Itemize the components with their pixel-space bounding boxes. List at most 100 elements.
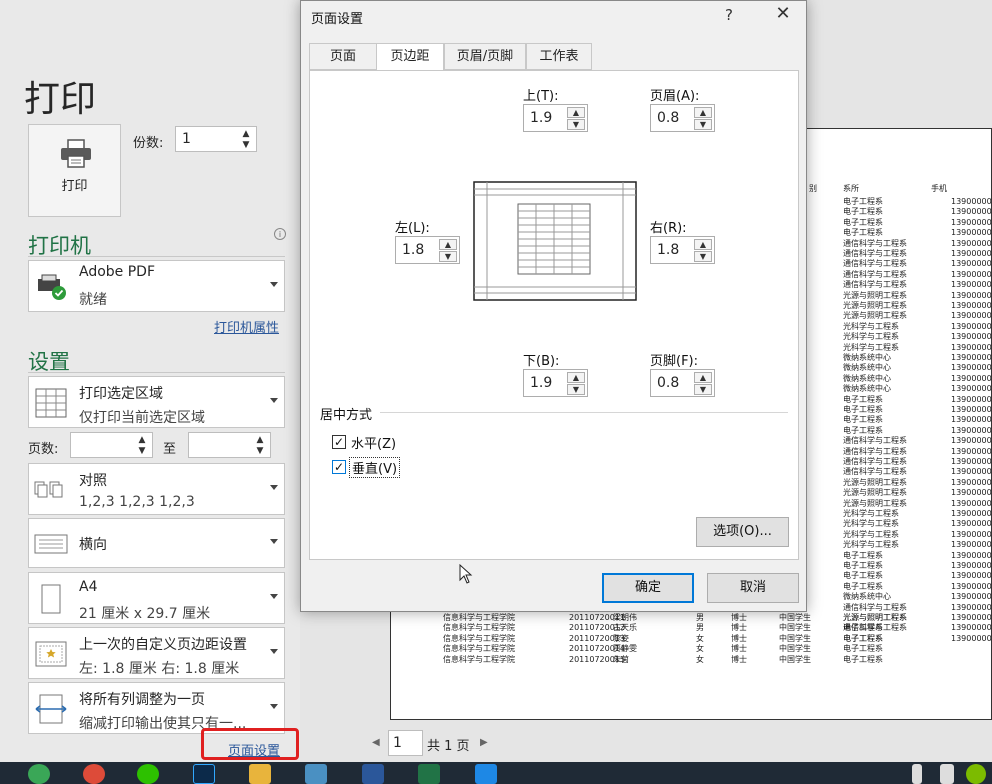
preview-student-type: 中国学生 [779, 654, 811, 664]
next-page-icon[interactable]: ▶ [480, 737, 488, 748]
preview-dept-cell: 通信科学与工程系 [843, 602, 907, 612]
spin-up-icon[interactable]: ▲ [439, 239, 457, 250]
collate-title: 对照 [79, 473, 107, 489]
app-360-icon[interactable] [28, 764, 50, 784]
top-margin-input[interactable]: 1.9 ▲ ▼ [523, 104, 588, 132]
right-margin-input[interactable]: 1.8 ▲ ▼ [650, 236, 715, 264]
page-number-input[interactable]: 1 [388, 730, 423, 756]
copies-input[interactable]: 1 ▲ ▼ [175, 126, 257, 152]
app-icon[interactable] [475, 764, 497, 784]
preview-header-sex: 别 [809, 184, 817, 193]
left-margin-value: 1.8 [402, 242, 425, 258]
preview-dept-cell: 通信科学与工程系 [843, 446, 907, 456]
tab-margins[interactable]: 页边距 [376, 43, 444, 71]
margins-title: 上一次的自定义页边距设置 [79, 637, 247, 653]
chevron-down-icon [270, 485, 278, 490]
info-icon[interactable]: i [274, 228, 286, 240]
horizontal-checkbox[interactable]: ✓ [332, 435, 346, 449]
selection-grid-icon [35, 388, 67, 418]
ok-button[interactable]: 确定 [602, 573, 694, 603]
wechat-icon[interactable] [137, 764, 159, 784]
tab-page[interactable]: 页面 [309, 43, 377, 70]
left-margin-label: 左(L): [395, 221, 430, 236]
preview-dept-cell: 通信科学与工程系 [843, 238, 907, 248]
preview-phone-cell: 1390000000 [951, 197, 992, 206]
network-icon[interactable] [940, 764, 954, 784]
dialog-title: 页面设置 [311, 12, 364, 27]
spin-down-icon[interactable]: ▼ [254, 446, 266, 456]
spin-up-icon[interactable]: ▲ [240, 129, 252, 139]
paper-size-dropdown[interactable]: A4 21 厘米 x 29.7 厘米 [28, 572, 285, 624]
preview-phone-cell: 1390000000 [951, 332, 992, 342]
print-button[interactable]: 打印 [28, 124, 121, 217]
spin-down-icon[interactable]: ▼ [439, 251, 457, 262]
highlight-box [201, 728, 299, 760]
preview-phone-cell: 1390000000 [951, 384, 992, 394]
prev-page-icon[interactable]: ◀ [372, 737, 380, 748]
pages-to-input[interactable]: ▲ ▼ [188, 432, 271, 458]
page-number-value: 1 [393, 735, 402, 751]
preview-phone-cell: 1390000000 [951, 425, 992, 435]
custom-margins-icon [35, 641, 67, 667]
excel-icon[interactable] [418, 764, 440, 784]
spin-up-icon[interactable]: ▲ [694, 372, 712, 383]
cancel-button[interactable]: 取消 [707, 573, 799, 603]
footer-margin-value: 0.8 [657, 375, 680, 391]
spin-down-icon[interactable]: ▼ [567, 119, 585, 130]
preview-student-dept: 电子工程系 [843, 633, 883, 643]
collate-dropdown[interactable]: 对照 1,2,3 1,2,3 1,2,3 [28, 463, 285, 515]
file-explorer-icon[interactable] [249, 764, 271, 784]
spin-up-icon[interactable]: ▲ [694, 107, 712, 118]
spin-down-icon[interactable]: ▼ [694, 384, 712, 395]
preview-phone-cell: 1390000000 [951, 436, 992, 446]
word-icon[interactable] [362, 764, 384, 784]
photoshop-icon[interactable] [193, 764, 215, 784]
vertical-checkbox[interactable]: ✓ [332, 460, 346, 474]
page-total: 共 1 页 [427, 739, 470, 754]
close-icon[interactable]: ✕ [771, 3, 795, 24]
spin-down-icon[interactable]: ▼ [240, 140, 252, 150]
preview-dept-cell: 光科学与工程系 [843, 540, 899, 550]
preview-dept-cell: 电子工程系 [843, 415, 883, 425]
usb-icon[interactable] [912, 764, 922, 784]
preview-dept-cell: 光源与照明工程系 [843, 301, 907, 310]
print-what-dropdown[interactable]: 打印选定区域 仅打印当前选定区域 [28, 376, 285, 428]
scaling-title: 将所有列调整为一页 [79, 692, 205, 708]
orientation-dropdown[interactable]: 横向 [28, 518, 285, 568]
preview-dept-cell: 电子工程系 [843, 197, 883, 206]
help-icon[interactable]: ? [725, 6, 733, 24]
spin-up-icon[interactable]: ▲ [254, 435, 266, 445]
scaling-dropdown[interactable]: 将所有列调整为一页 缩减打印输出使其只有一... [28, 682, 285, 734]
chrome-icon[interactable] [83, 764, 105, 784]
left-margin-input[interactable]: 1.8 ▲ ▼ [395, 236, 460, 264]
tab-sheet[interactable]: 工作表 [526, 43, 592, 70]
preview-student-school: 信息科学与工程学院 [443, 613, 515, 622]
preview-phone-cell: 1390000000 [951, 311, 992, 321]
spin-up-icon[interactable]: ▲ [694, 239, 712, 250]
tab-header-footer[interactable]: 页眉/页脚 [444, 43, 526, 70]
spin-down-icon[interactable]: ▼ [136, 446, 148, 456]
preview-phone-cell: 1390000000 [951, 529, 992, 539]
chevron-down-icon [270, 704, 278, 709]
header-margin-input[interactable]: 0.8 ▲ ▼ [650, 104, 715, 132]
spin-down-icon[interactable]: ▼ [694, 251, 712, 262]
margins-dropdown[interactable]: 上一次的自定义页边距设置 左: 1.8 厘米 右: 1.8 厘米 [28, 627, 285, 679]
footer-margin-input[interactable]: 0.8 ▲ ▼ [650, 369, 715, 397]
preview-student-school: 信息科学与工程学院 [443, 654, 515, 664]
preview-dept-cell: 电子工程系 [843, 561, 883, 570]
spin-down-icon[interactable]: ▼ [567, 384, 585, 395]
app-icon[interactable] [305, 764, 327, 784]
spin-up-icon[interactable]: ▲ [136, 435, 148, 445]
spin-up-icon[interactable]: ▲ [567, 372, 585, 383]
printer-properties-link[interactable]: 打印机属性 [214, 317, 279, 336]
preview-phone-cell: 1390000000 [951, 623, 992, 633]
tray-app-icon[interactable] [966, 764, 986, 784]
preview-phone-cell: 1390000000 [951, 249, 992, 258]
options-button[interactable]: 选项(O)... [696, 517, 789, 547]
spin-up-icon[interactable]: ▲ [567, 107, 585, 118]
printer-dropdown[interactable]: Adobe PDF 就绪 [28, 260, 285, 312]
pages-from-input[interactable]: ▲ ▼ [70, 432, 153, 458]
spin-down-icon[interactable]: ▼ [694, 119, 712, 130]
bottom-margin-input[interactable]: 1.9 ▲ ▼ [523, 369, 588, 397]
right-margin-label: 右(R): [650, 221, 687, 236]
